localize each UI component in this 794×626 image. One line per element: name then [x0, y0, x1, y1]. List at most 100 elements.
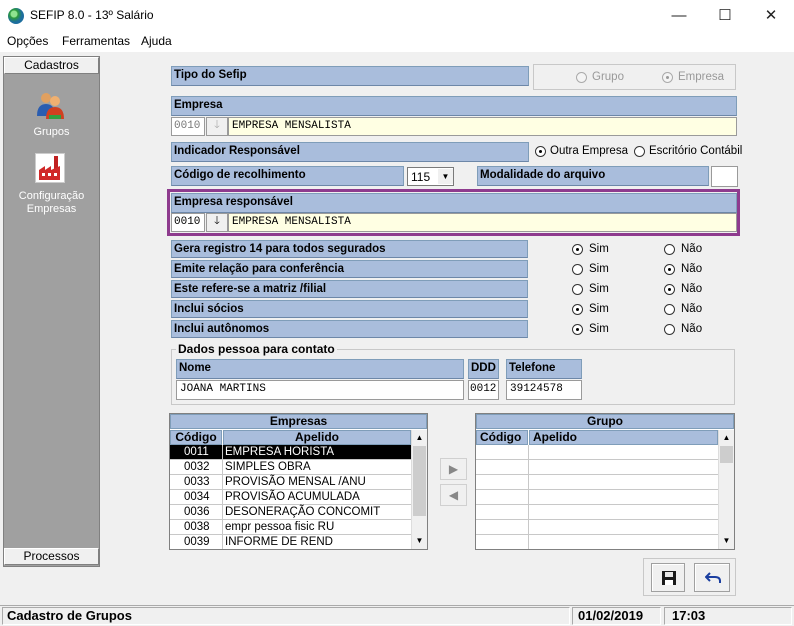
question-sim-label: Sim [589, 243, 609, 255]
empresa-label: Empresa [171, 96, 737, 116]
table-row[interactable] [476, 445, 718, 460]
radio-outra-empresa-label: Outra Empresa [550, 145, 628, 157]
question-sim-radio[interactable] [572, 264, 583, 275]
table-row[interactable] [476, 460, 718, 475]
telefone-field[interactable]: 39124578 [506, 380, 582, 400]
maximize-button[interactable]: ☐ [702, 0, 748, 31]
table-row[interactable]: 0032 SIMPLES OBRA [170, 460, 411, 475]
sidebar-header-processos[interactable]: Processos [4, 548, 99, 565]
col-codigo-header[interactable]: Código [170, 430, 222, 445]
empresas-scrollbar[interactable]: ▲ ▼ [411, 430, 427, 549]
row-apelido: INFORME DE REND [225, 536, 333, 548]
scroll-thumb[interactable] [413, 446, 426, 516]
table-row[interactable]: 0033 PROVISÃO MENSAL /ANU [170, 475, 411, 490]
question-nao-radio[interactable] [664, 304, 675, 315]
row-codigo: 0032 [184, 461, 210, 473]
sidebar-item-configuracao-line2[interactable]: Empresas [4, 203, 99, 215]
column-divider [528, 490, 529, 505]
table-row[interactable]: 0038 empr pessoa fisic RU [170, 520, 411, 535]
question-nao-radio[interactable] [664, 284, 675, 295]
grupo-scrollbar[interactable]: ▲ ▼ [718, 430, 734, 549]
radio-outra-empresa[interactable] [535, 146, 546, 157]
users-icon[interactable] [35, 90, 65, 120]
menu-ajuda[interactable]: Ajuda [141, 34, 172, 48]
modalidade-field[interactable] [711, 166, 738, 187]
close-button[interactable]: ✕ [748, 0, 794, 31]
codigo-recolhimento-select[interactable]: 115 ▼ [407, 167, 454, 186]
empresa-code-field[interactable]: 0010 [171, 117, 205, 136]
table-row[interactable] [476, 505, 718, 520]
question-nao-radio[interactable] [664, 324, 675, 335]
row-apelido: PROVISÃO MENSAL /ANU [225, 476, 366, 488]
remove-from-group-button[interactable]: ◀ [440, 484, 467, 506]
nome-field[interactable]: JOANA MARTINS [176, 380, 464, 400]
scroll-down-icon[interactable]: ▼ [719, 533, 734, 548]
radio-empresa-label: Empresa [678, 71, 725, 83]
grupo-col-codigo-header[interactable]: Código [476, 430, 528, 445]
col-apelido-header[interactable]: Apelido [223, 430, 411, 445]
question-nao-label: Não [681, 263, 703, 275]
empresa-responsavel-lookup-button[interactable]: 🡓 [206, 213, 228, 232]
sidebar-item-configuracao-line1[interactable]: Configuração [4, 190, 99, 202]
indicador-label: Indicador Responsável [171, 142, 529, 162]
table-row[interactable]: 0036 DESONERAÇÃO CONCOMIT [170, 505, 411, 520]
radio-escritorio-contabil[interactable] [634, 146, 645, 157]
factory-icon[interactable] [35, 153, 65, 183]
table-row[interactable] [476, 490, 718, 505]
question-label: Gera registro 14 para todos segurados [171, 240, 528, 258]
grupo-col-apelido-header[interactable]: Apelido [529, 430, 718, 445]
question-sim-radio[interactable] [572, 244, 583, 255]
add-to-group-button[interactable]: ▶ [440, 458, 467, 480]
empresa-responsavel-code-field[interactable]: 0010 [171, 213, 205, 232]
undo-button[interactable] [694, 563, 730, 592]
scroll-thumb[interactable] [720, 446, 733, 463]
empresa-responsavel-name-field[interactable]: EMPRESA MENSALISTA [228, 213, 737, 232]
question-label: Inclui sócios [171, 300, 528, 318]
question-sim-radio[interactable] [572, 304, 583, 315]
chevron-down-icon[interactable]: ▼ [438, 169, 453, 184]
window-title: SEFIP 8.0 - 13º Salário [30, 8, 154, 22]
scroll-up-icon[interactable]: ▲ [412, 430, 427, 445]
save-button[interactable] [651, 563, 685, 592]
question-sim-radio[interactable] [572, 324, 583, 335]
row-codigo: 0038 [184, 521, 210, 533]
scroll-up-icon[interactable]: ▲ [719, 430, 734, 445]
menu-opcoes[interactable]: Opções [7, 34, 48, 48]
question-sim-radio[interactable] [572, 284, 583, 295]
question-sim-label: Sim [589, 283, 609, 295]
modalidade-label: Modalidade do arquivo [477, 166, 709, 186]
question-sim-label: Sim [589, 263, 609, 275]
minimize-button[interactable]: — [656, 0, 702, 31]
table-row[interactable] [476, 475, 718, 490]
row-codigo: 0033 [184, 476, 210, 488]
menu-ferramentas[interactable]: Ferramentas [62, 34, 130, 48]
row-codigo: 0011 [184, 446, 209, 458]
ddd-label: DDD [468, 359, 499, 379]
table-row[interactable]: 0034 PROVISÃO ACUMULADA [170, 490, 411, 505]
question-nao-label: Não [681, 243, 703, 255]
question-nao-radio[interactable] [664, 264, 675, 275]
row-codigo: 0039 [184, 536, 210, 548]
empresa-name-field[interactable]: EMPRESA MENSALISTA [228, 117, 737, 136]
scroll-down-icon[interactable]: ▼ [412, 533, 427, 548]
empresa-lookup-button[interactable]: 🡓 [206, 117, 228, 136]
ddd-field[interactable]: 0012 [468, 380, 499, 400]
sefip-app-icon [8, 8, 24, 24]
status-text: Cadastro de Grupos [2, 607, 570, 625]
sidebar-header-cadastros[interactable]: Cadastros [4, 57, 99, 74]
radio-grupo[interactable] [576, 72, 587, 83]
question-label: Inclui autônomos [171, 320, 528, 338]
question-nao-radio[interactable] [664, 244, 675, 255]
row-apelido: EMPRESA HORISTA [225, 446, 335, 458]
radio-escritorio-contabil-label: Escritório Contábil [649, 145, 743, 157]
table-row[interactable] [476, 535, 718, 549]
column-divider [222, 505, 223, 520]
table-row[interactable]: 0039 INFORME DE REND [170, 535, 411, 549]
radio-grupo-label: Grupo [592, 71, 624, 83]
row-apelido: PROVISÃO ACUMULADA [225, 491, 360, 503]
sidebar-item-grupos[interactable]: Grupos [4, 126, 99, 138]
radio-empresa[interactable] [662, 72, 673, 83]
table-row[interactable] [476, 520, 718, 535]
table-row[interactable]: 0011 EMPRESA HORISTA [170, 445, 411, 460]
row-apelido: SIMPLES OBRA [225, 461, 311, 473]
